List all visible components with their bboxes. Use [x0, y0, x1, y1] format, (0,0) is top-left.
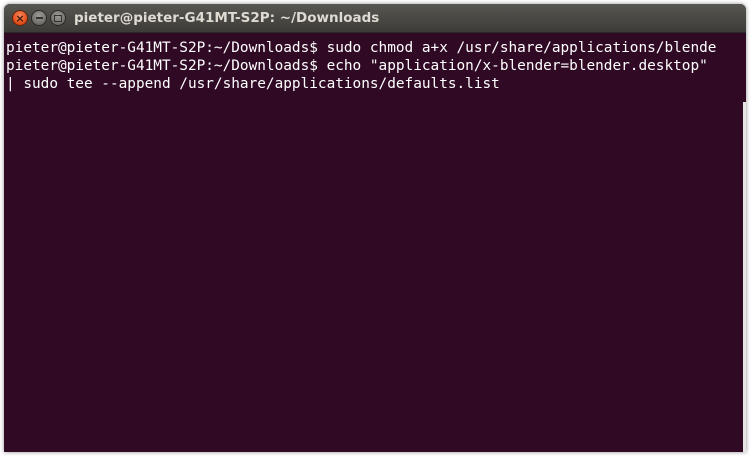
terminal-line-2: pieter@pieter-G41MT-S2P:~/Downloads$ ech…: [6, 58, 708, 74]
maximize-icon: [54, 14, 62, 22]
terminal-line-1: pieter@pieter-G41MT-S2P:~/Downloads$ sud…: [6, 40, 717, 56]
terminal-output[interactable]: pieter@pieter-G41MT-S2P:~/Downloads$ sud…: [4, 33, 746, 452]
minimize-icon: [35, 17, 43, 19]
window-title: pieter@pieter-G41MT-S2P: ~/Downloads: [74, 10, 380, 26]
terminal-line-3: | sudo tee --append /usr/share/applicati…: [6, 76, 500, 92]
minimize-window-button[interactable]: [31, 10, 47, 26]
title-bar[interactable]: × pieter@pieter-G41MT-S2P: ~/Downloads: [4, 4, 746, 33]
close-window-button[interactable]: ×: [12, 10, 28, 26]
window-controls: ×: [12, 10, 66, 26]
maximize-window-button[interactable]: [50, 10, 66, 26]
terminal-window: × pieter@pieter-G41MT-S2P: ~/Downloads p…: [4, 4, 746, 452]
close-icon: ×: [15, 11, 25, 25]
terminal-scrollbar[interactable]: [743, 102, 746, 452]
